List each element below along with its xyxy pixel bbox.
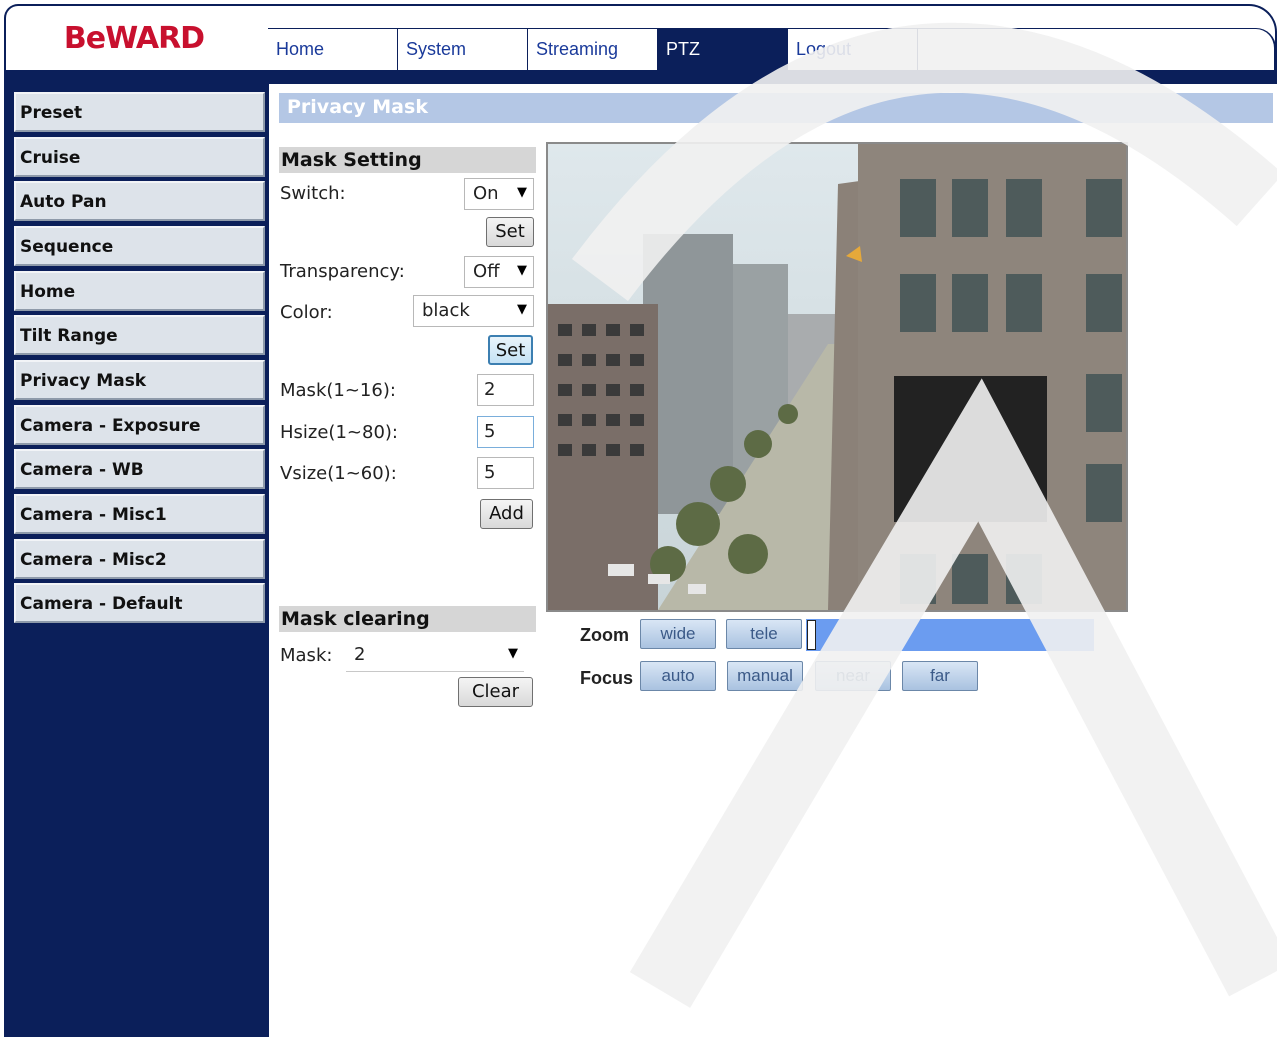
sidebar-item-camera-misc1[interactable]: Camera - Misc1	[14, 494, 265, 534]
hsize-label: Hsize(1~80):	[280, 422, 398, 443]
mask-number-input[interactable]: 2	[477, 374, 534, 406]
chevron-down-icon: ▼	[517, 185, 527, 200]
top-nav: Home System Streaming PTZ Logout	[268, 28, 918, 70]
sidebar-item-privacy-mask[interactable]: Privacy Mask	[14, 360, 265, 400]
zoom-label: Zoom	[580, 625, 629, 645]
color-set-button[interactable]: Set	[488, 335, 533, 365]
sidebar-item-camera-exposure[interactable]: Camera - Exposure	[14, 405, 265, 445]
page-title-bar: Privacy Mask	[279, 93, 1273, 123]
sidebar-item-camera-wb[interactable]: Camera - WB	[14, 449, 265, 489]
focus-auto-button[interactable]: auto	[640, 661, 716, 691]
sidebar-item-tilt-range[interactable]: Tilt Range	[14, 315, 265, 355]
clear-mask-button[interactable]: Clear	[458, 677, 533, 707]
switch-label: Switch:	[280, 183, 346, 204]
tab-streaming[interactable]: Streaming	[528, 28, 658, 70]
page-title: Privacy Mask	[287, 96, 428, 118]
zoom-level-handle[interactable]	[807, 620, 816, 650]
clear-mask-label: Mask:	[280, 645, 333, 666]
sidebar-item-camera-default[interactable]: Camera - Default	[14, 583, 265, 623]
camera-view[interactable]	[546, 142, 1128, 612]
color-select[interactable]: black ▼	[413, 295, 534, 327]
switch-value: On	[473, 183, 499, 204]
chevron-down-icon: ▼	[508, 646, 518, 661]
mask-setting-heading: Mask Setting	[279, 147, 536, 173]
transparency-select[interactable]: Off ▼	[464, 256, 534, 288]
focus-near-button[interactable]: near	[815, 661, 891, 691]
add-mask-button[interactable]: Add	[480, 499, 533, 529]
vsize-input[interactable]: 5	[477, 457, 534, 489]
camera-image	[548, 144, 1126, 610]
tab-system[interactable]: System	[398, 28, 528, 70]
clear-mask-value: 2	[354, 644, 366, 665]
zoom-wide-button[interactable]: wide	[640, 619, 716, 649]
nav-filler	[918, 28, 1276, 70]
switch-select[interactable]: On ▼	[464, 178, 534, 210]
hsize-input[interactable]: 5	[477, 416, 534, 448]
tab-logout[interactable]: Logout	[788, 28, 918, 70]
color-value: black	[422, 300, 470, 321]
sidebar-item-cruise[interactable]: Cruise	[14, 137, 265, 177]
switch-set-button[interactable]: Set	[486, 217, 534, 247]
logo-text: BeWARD	[63, 20, 205, 56]
chevron-down-icon: ▼	[517, 302, 527, 317]
color-label: Color:	[280, 302, 333, 323]
mask-number-label: Mask(1~16):	[280, 380, 396, 401]
zoom-tele-button[interactable]: tele	[726, 619, 802, 649]
zoom-level-bar[interactable]	[806, 619, 1094, 651]
sidebar-item-sequence[interactable]: Sequence	[14, 226, 265, 266]
sidebar-item-camera-misc2[interactable]: Camera - Misc2	[14, 539, 265, 579]
sidebar-item-preset[interactable]: Preset	[14, 92, 265, 132]
header-bar	[4, 70, 1277, 84]
focus-label: Focus	[580, 668, 634, 688]
clear-mask-select[interactable]: 2 ▼	[346, 640, 524, 672]
vsize-label: Vsize(1~60):	[280, 463, 397, 484]
mask-clearing-heading: Mask clearing	[279, 606, 536, 632]
tab-home[interactable]: Home	[268, 28, 398, 70]
sidebar-item-home[interactable]: Home	[14, 271, 265, 311]
sidebar-item-auto-pan[interactable]: Auto Pan	[14, 181, 265, 221]
logo: BeWARD	[6, 6, 262, 70]
transparency-label: Transparency:	[280, 261, 405, 282]
focus-manual-button[interactable]: manual	[727, 661, 803, 691]
chevron-down-icon: ▼	[517, 263, 527, 278]
tab-ptz[interactable]: PTZ	[658, 28, 788, 70]
privacy-mask-area	[894, 376, 1047, 522]
transparency-value: Off	[473, 261, 500, 282]
sidebar: Preset Cruise Auto Pan Sequence Home Til…	[4, 84, 269, 1037]
focus-far-button[interactable]: far	[902, 661, 978, 691]
